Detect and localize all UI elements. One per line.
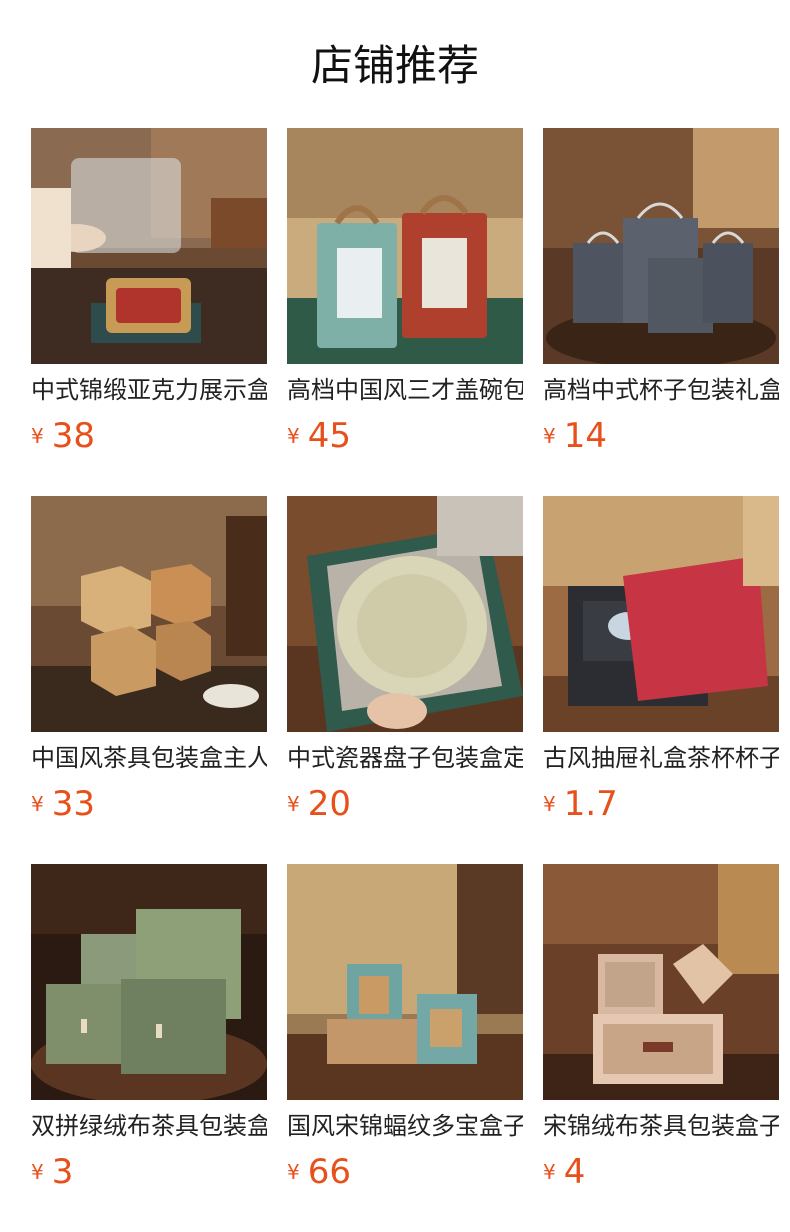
product-name[interactable]: 中国风茶具包装盒主人杯: [31, 740, 267, 776]
product-image[interactable]: [287, 128, 523, 364]
product-image[interactable]: [31, 864, 267, 1100]
price-value: 38: [51, 416, 95, 456]
product-image[interactable]: [31, 496, 267, 732]
product-price: ¥20: [287, 782, 351, 826]
price-value: 1.7: [563, 784, 618, 824]
product-grid: 中式锦缎亚克力展示盒 ¥38 高档中国风三才盖碗包装盒 ¥45: [31, 128, 790, 1208]
product-name[interactable]: 古风抽屉礼盒茶杯杯子: [543, 740, 779, 776]
page-title: 店铺推荐: [310, 41, 479, 90]
product-price: ¥45: [287, 414, 351, 458]
product-name[interactable]: 高档中国风三才盖碗包装盒: [287, 372, 523, 408]
product-image[interactable]: [543, 864, 779, 1100]
currency-symbol: ¥: [543, 424, 556, 448]
product-image[interactable]: [543, 496, 779, 732]
product-card[interactable]: 高档中式杯子包装礼盒 ¥14: [543, 128, 779, 468]
product-price: ¥33: [31, 782, 95, 826]
product-price: ¥38: [31, 414, 95, 458]
currency-symbol: ¥: [287, 792, 300, 816]
price-value: 66: [307, 1152, 351, 1192]
product-card[interactable]: 国风宋锦蝠纹多宝盒子 ¥66: [287, 864, 523, 1204]
price-value: 20: [307, 784, 351, 824]
product-image[interactable]: [543, 128, 779, 364]
product-price: ¥3: [31, 1150, 73, 1194]
product-card[interactable]: 高档中国风三才盖碗包装盒 ¥45: [287, 128, 523, 468]
product-card[interactable]: 古风抽屉礼盒茶杯杯子 ¥1.7: [543, 496, 779, 836]
price-value: 4: [563, 1152, 586, 1192]
product-card[interactable]: 宋锦绒布茶具包装盒子 ¥4: [543, 864, 779, 1204]
currency-symbol: ¥: [287, 424, 300, 448]
product-image[interactable]: [31, 128, 267, 364]
price-value: 14: [563, 416, 607, 456]
price-value: 33: [51, 784, 95, 824]
product-price: ¥66: [287, 1150, 351, 1194]
product-card[interactable]: 中国风茶具包装盒主人杯 ¥33: [31, 496, 267, 836]
currency-symbol: ¥: [543, 1160, 556, 1184]
product-price: ¥1.7: [543, 782, 618, 826]
product-card[interactable]: 双拼绿绒布茶具包装盒 ¥3: [31, 864, 267, 1204]
product-card[interactable]: 中式锦缎亚克力展示盒 ¥38: [31, 128, 267, 468]
price-value: 45: [307, 416, 351, 456]
product-name[interactable]: 宋锦绒布茶具包装盒子: [543, 1108, 779, 1144]
product-name[interactable]: 中式瓷器盘子包装盒定制: [287, 740, 523, 776]
price-value: 3: [51, 1152, 74, 1192]
currency-symbol: ¥: [287, 1160, 300, 1184]
product-price: ¥14: [543, 414, 607, 458]
product-name[interactable]: 高档中式杯子包装礼盒: [543, 372, 779, 408]
currency-symbol: ¥: [31, 792, 44, 816]
product-name[interactable]: 国风宋锦蝠纹多宝盒子: [287, 1108, 523, 1144]
product-name[interactable]: 双拼绿绒布茶具包装盒: [31, 1108, 267, 1144]
product-image[interactable]: [287, 864, 523, 1100]
product-name[interactable]: 中式锦缎亚克力展示盒: [31, 372, 267, 408]
currency-symbol: ¥: [31, 1160, 44, 1184]
product-card[interactable]: 中式瓷器盘子包装盒定制 ¥20: [287, 496, 523, 836]
currency-symbol: ¥: [31, 424, 44, 448]
currency-symbol: ¥: [543, 792, 556, 816]
product-price: ¥4: [543, 1150, 585, 1194]
product-image[interactable]: [287, 496, 523, 732]
